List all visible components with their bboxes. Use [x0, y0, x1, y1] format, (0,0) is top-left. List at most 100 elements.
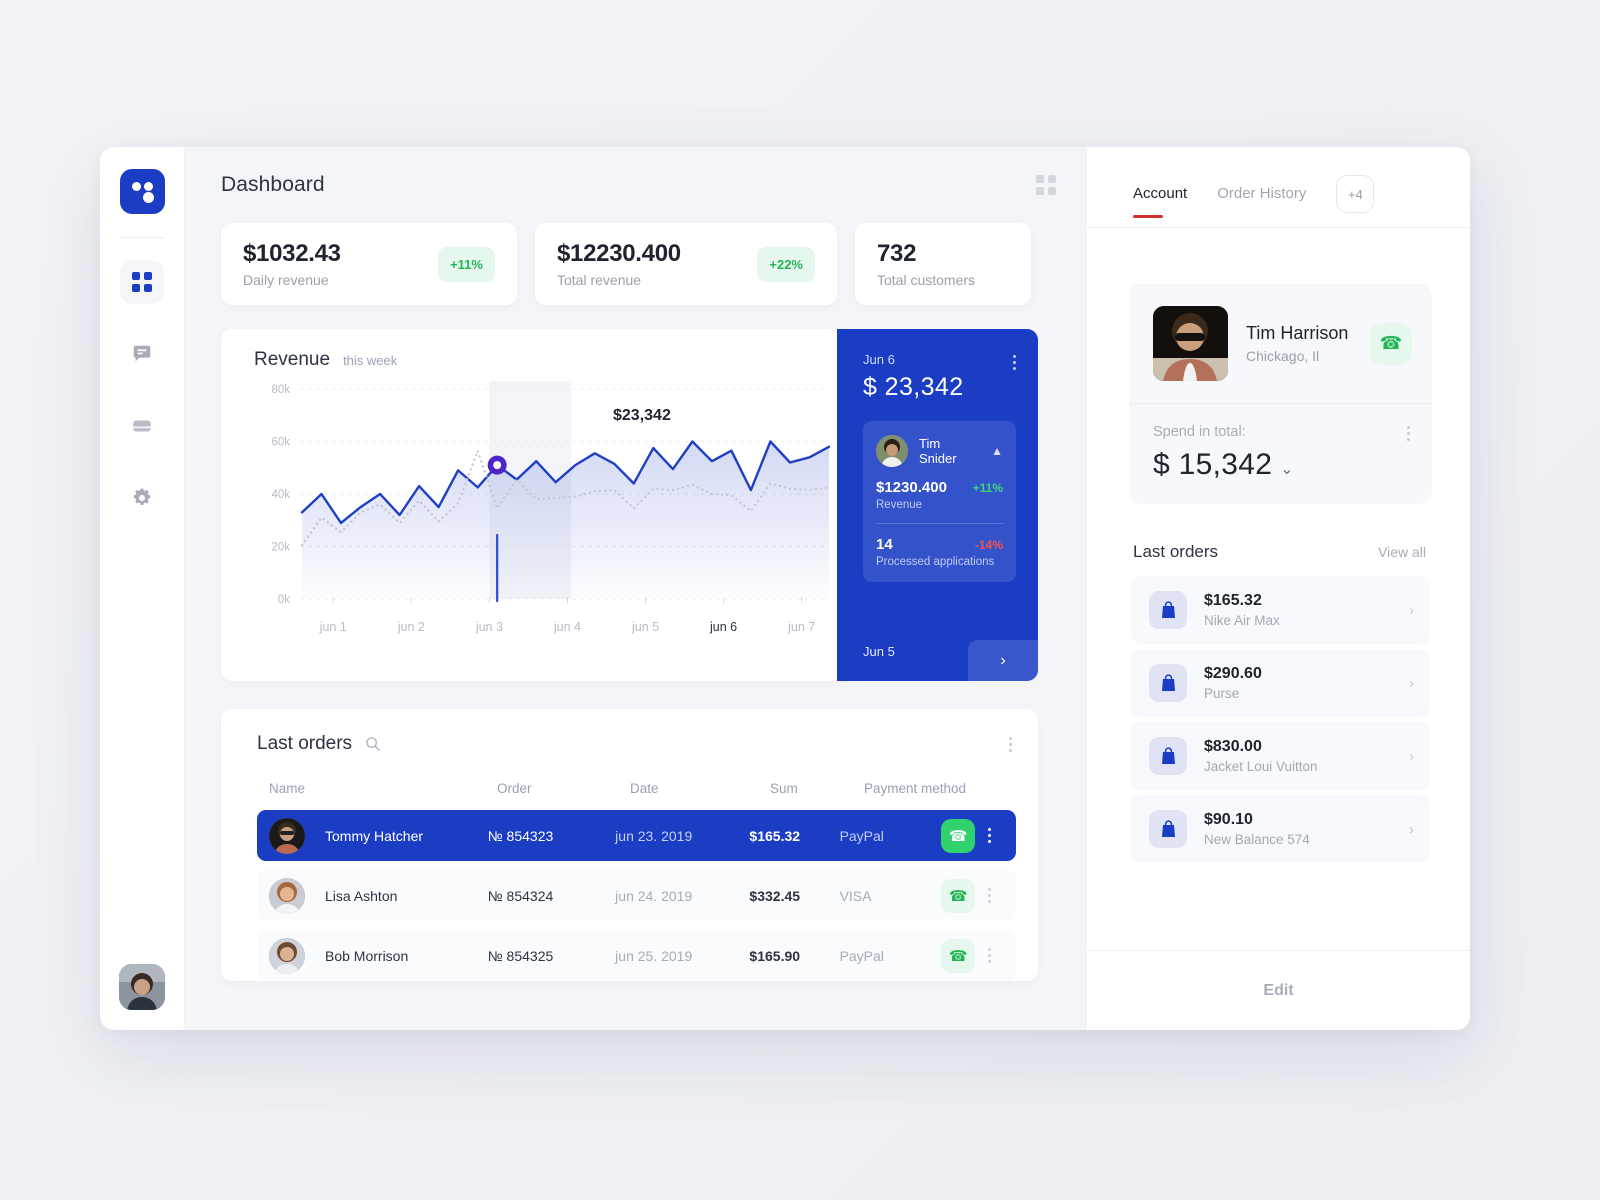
- profile-header: Tim Harrison Chickago, Il ☎: [1129, 284, 1432, 403]
- profile-meta: Tim Harrison Chickago, Il: [1246, 323, 1370, 364]
- row-order: № 854324: [487, 887, 554, 904]
- kebab-menu-icon[interactable]: [988, 828, 992, 843]
- row-sum: $332.45: [749, 887, 801, 904]
- phone-icon[interactable]: ☎: [941, 818, 976, 853]
- row-sum: $165.32: [749, 827, 801, 844]
- column-header-sum: Sum: [770, 781, 798, 796]
- tim-harrison-avatar: [1153, 306, 1228, 381]
- metric-label: Revenue: [876, 499, 923, 511]
- metric-value: 14: [876, 536, 893, 553]
- chevron-up-icon[interactable]: ▲: [991, 444, 1003, 458]
- avatar-image: [119, 964, 165, 1010]
- order-name: Purse: [1204, 686, 1240, 701]
- row-payment: PayPal: [839, 827, 884, 844]
- svg-text:jun 6: jun 6: [709, 620, 737, 634]
- tabs-divider: [1087, 227, 1470, 228]
- avatar-image: [1153, 306, 1228, 381]
- chevron-right-icon[interactable]: ›: [968, 640, 1038, 681]
- chevron-right-icon[interactable]: ›: [1409, 748, 1414, 765]
- kebab-menu-icon[interactable]: [1013, 355, 1016, 370]
- avatar: [269, 877, 305, 914]
- row-sum: $165.90: [749, 947, 801, 964]
- sidebar: [100, 147, 185, 1030]
- person-row: Tim Snider ▲: [876, 435, 1003, 467]
- kebab-menu-icon[interactable]: [1407, 426, 1410, 441]
- sidebar-nav: [120, 260, 164, 520]
- right-last-orders-header: Last orders View all: [1087, 504, 1470, 562]
- phone-icon[interactable]: ☎: [1370, 322, 1412, 365]
- edit-label: Edit: [1263, 981, 1294, 999]
- table-row[interactable]: Tommy Hatcher № 854323 jun 23. 2019 $165…: [257, 810, 1016, 861]
- stat-value: $12230.400: [557, 239, 681, 267]
- grid-view-icon[interactable]: [1036, 175, 1056, 195]
- grid-icon: [132, 272, 152, 292]
- chevron-right-icon[interactable]: ›: [1409, 675, 1414, 692]
- metric-label: Processed applications: [876, 556, 995, 568]
- sidebar-item-messages[interactable]: [120, 332, 164, 376]
- metric-value: $1230.400: [876, 479, 947, 496]
- chevron-right-icon[interactable]: ›: [1409, 821, 1414, 838]
- chart-svg: 0k 20k 40k 60k 80k jun 1 jun 2 jun 3 jun 4 jun 5 j…: [271, 381, 831, 634]
- svg-text:80k: 80k: [271, 384, 290, 396]
- sidebar-item-dashboard[interactable]: [120, 260, 164, 304]
- list-item[interactable]: $830.00 Jacket Loui Vuitton ›: [1131, 722, 1430, 790]
- order-price: $165.32: [1204, 592, 1262, 609]
- metric-delta: -14%: [974, 538, 1003, 552]
- kebab-menu-icon[interactable]: [1009, 737, 1012, 752]
- list-item[interactable]: $165.32 Nike Air Max ›: [1131, 576, 1430, 644]
- right-last-orders-title: Last orders: [1133, 542, 1219, 561]
- kebab-menu-icon[interactable]: [988, 888, 992, 903]
- sidebar-user-avatar[interactable]: [119, 964, 165, 1010]
- edit-button[interactable]: Edit: [1087, 950, 1470, 1030]
- revenue-chart[interactable]: 0k 20k 40k 60k 80k jun 1 jun 2 jun 3 jun 4 jun 5 j…: [254, 373, 837, 663]
- row-name: Bob Morrison: [325, 947, 409, 964]
- row-name: Tommy Hatcher: [325, 827, 424, 844]
- search-icon[interactable]: [365, 736, 381, 752]
- row-date: jun 25. 2019: [615, 947, 693, 964]
- spend-value: $ 15,342: [1153, 448, 1273, 481]
- stat-label: Daily revenue: [243, 272, 329, 289]
- sidebar-item-wallet[interactable]: [120, 404, 164, 448]
- app-logo-icon[interactable]: [119, 169, 165, 214]
- spend-label: Spend in total:: [1153, 424, 1246, 440]
- svg-text:jun 1: jun 1: [319, 620, 347, 634]
- svg-text:jun 3: jun 3: [475, 620, 503, 634]
- chat-icon: [133, 345, 151, 362]
- tab-order-history[interactable]: Order History: [1217, 185, 1306, 218]
- chevron-right-icon[interactable]: ›: [1409, 602, 1414, 619]
- column-header-order: Order: [497, 781, 532, 796]
- row-date: jun 24. 2019: [615, 887, 693, 904]
- svg-text:jun 4: jun 4: [553, 620, 581, 634]
- chevron-down-icon[interactable]: ⌄: [1280, 461, 1294, 478]
- column-header-date: Date: [630, 781, 659, 796]
- table-row[interactable]: Lisa Ashton № 854324 jun 24. 2019 $332.4…: [257, 870, 1016, 921]
- svg-text:60k: 60k: [271, 437, 290, 449]
- spend-value-row[interactable]: $ 15,342 ⌄: [1153, 448, 1412, 482]
- order-price: $290.60: [1204, 665, 1262, 682]
- sidebar-item-settings[interactable]: [120, 476, 164, 520]
- table-row[interactable]: Bob Morrison № 854325 jun 25. 2019 $165.…: [257, 930, 1016, 981]
- order-name: Jacket Loui Vuitton: [1204, 759, 1318, 774]
- tab-account[interactable]: Account: [1133, 185, 1187, 218]
- tim-snider-avatar: [876, 435, 908, 467]
- day-panel-person-card[interactable]: Tim Snider ▲ $1230.400 +11% Revenue 14 -…: [863, 421, 1016, 582]
- view-all-link[interactable]: View all: [1378, 544, 1426, 560]
- list-item[interactable]: $290.60 Purse ›: [1131, 649, 1430, 717]
- stat-card-total-customers[interactable]: 732 Total customers: [855, 223, 1031, 305]
- list-item[interactable]: $90.10 New Balance 574 ›: [1131, 795, 1430, 863]
- row-date: jun 23. 2019: [615, 827, 693, 844]
- sidebar-divider: [120, 237, 164, 238]
- profile-location: Chickago, Il: [1246, 348, 1320, 364]
- revenue-row: Revenue this week 0k 20k 40k 60k 80k jun 1 jun…: [221, 329, 1056, 681]
- tabs-overflow-badge[interactable]: +4: [1336, 175, 1375, 213]
- stat-card-daily-revenue[interactable]: $1032.43 Daily revenue +11%: [221, 223, 517, 305]
- phone-icon[interactable]: ☎: [941, 878, 976, 913]
- row-order: № 854323: [487, 827, 554, 844]
- kebab-menu-icon[interactable]: [988, 948, 992, 963]
- profile-name: Tim Harrison: [1246, 323, 1349, 343]
- phone-icon[interactable]: ☎: [941, 938, 976, 973]
- table-header-row: Name Order Date Sum Payment method: [257, 781, 1016, 810]
- person-name: Tim Snider: [919, 436, 957, 466]
- stat-card-total-revenue[interactable]: $12230.400 Total revenue +22%: [535, 223, 837, 305]
- orders-header: Last orders: [257, 733, 1016, 755]
